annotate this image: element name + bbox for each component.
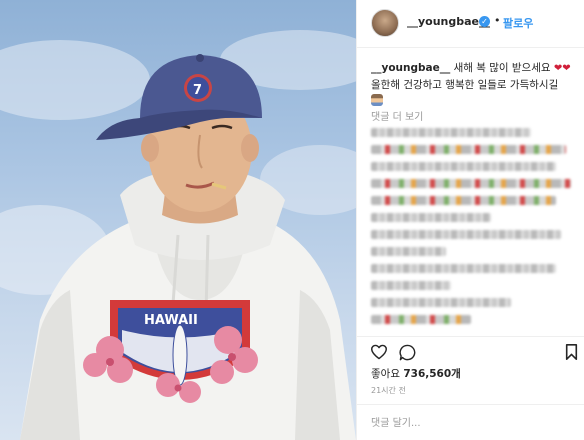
heart-icon[interactable]: [370, 344, 388, 360]
avatar[interactable]: [371, 9, 399, 37]
comment-item[interactable]: [371, 298, 511, 307]
comment-item[interactable]: [371, 264, 556, 273]
likes-count: 736,560개: [403, 368, 461, 380]
bookmark-icon[interactable]: [565, 344, 578, 360]
comment-item[interactable]: [371, 213, 491, 222]
caption-username[interactable]: __youngbae__: [371, 62, 450, 74]
follow-button[interactable]: 팔로우: [503, 15, 533, 31]
sweatshirt-text: HAWAII: [144, 313, 198, 328]
comment-item[interactable]: [371, 128, 531, 137]
comment-input[interactable]: [371, 414, 571, 432]
comment-item[interactable]: [371, 179, 571, 188]
post-details-panel: __youngbae__ ✓ • 팔로우 __youngbae__ 새해 복 많…: [356, 0, 584, 440]
comment-item[interactable]: [371, 315, 471, 324]
add-comment-section: [357, 404, 584, 440]
comment-item[interactable]: [371, 196, 556, 205]
likes-label: 좋아요: [371, 368, 400, 380]
person-emoji: [371, 94, 383, 106]
caption-text-part1: 새해 복 많이 받으세요: [450, 62, 554, 74]
comments-list: [371, 128, 576, 332]
comment-item[interactable]: [371, 145, 566, 154]
comment-icon[interactable]: [399, 344, 416, 361]
post-photo[interactable]: HAWAII 7: [0, 0, 356, 440]
like-count[interactable]: 좋아요 736,560개: [371, 366, 461, 381]
load-more-comments-link[interactable]: 댓글 더 보기: [371, 108, 423, 123]
verified-badge-icon: ✓: [479, 16, 490, 27]
post-header: __youngbae__ ✓ • 팔로우: [357, 0, 584, 48]
comment-item[interactable]: [371, 230, 561, 239]
heart-emoji: ❤❤: [553, 63, 571, 74]
cap-patch-text: 7: [193, 83, 202, 98]
header-separator: •: [494, 14, 501, 27]
post-timestamp[interactable]: 21시간 전: [371, 385, 406, 396]
post-caption: __youngbae__ 새해 복 많이 받으세요 ❤❤ 올한해 건강하고 행복한…: [371, 60, 576, 109]
action-bar: [357, 336, 584, 366]
comment-item[interactable]: [371, 281, 451, 290]
comment-item[interactable]: [371, 162, 556, 171]
post-username[interactable]: __youngbae__: [407, 15, 490, 28]
comment-item[interactable]: [371, 247, 446, 256]
caption-text-part2: 올한해 건강하고 행복한 일들로 가득하시길: [371, 79, 559, 91]
